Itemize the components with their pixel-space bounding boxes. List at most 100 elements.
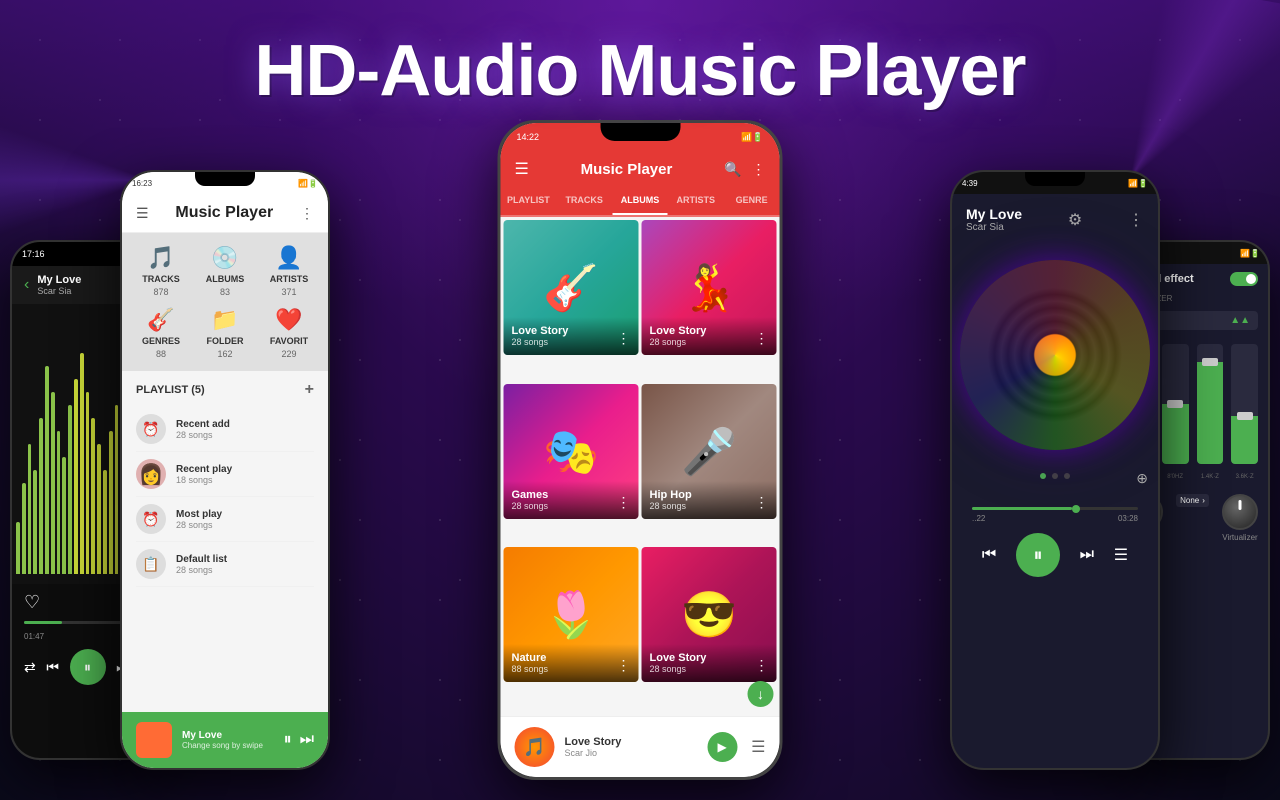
album-card-0[interactable]: 🎸 Love Story 28 songs ⋮ <box>504 220 639 355</box>
genres-num: 88 <box>156 349 166 359</box>
eq-handle-1[interactable] <box>1167 400 1183 408</box>
time-2: 16:23 <box>132 179 152 188</box>
mini-queue-icon[interactable]: ☰ <box>751 737 765 757</box>
prev-icon[interactable]: ⏮ <box>46 659 59 676</box>
prev-icon-4[interactable]: ⏮ <box>982 546 996 564</box>
play-button-4[interactable]: ⏸ <box>1016 533 1060 577</box>
now-playing-bar-2[interactable]: My Love Change song by swipe ⏸ ⏭ <box>122 712 328 768</box>
next-icon-2[interactable]: ⏭ <box>300 731 314 749</box>
dot-2 <box>1064 473 1070 479</box>
heart-icon[interactable]: ♡ <box>24 592 40 612</box>
progress-row-4[interactable] <box>972 507 1138 510</box>
album-card-1[interactable]: 💃 Love Story 28 songs ⋮ <box>642 220 777 355</box>
next-icon-4[interactable]: ⏭ <box>1080 546 1094 564</box>
album-card-2[interactable]: 🎭 Games 28 songs ⋮ <box>504 384 639 519</box>
player-controls-4: ..22 03:28 ⏮ ⏸ ⏭ ☰ <box>952 487 1158 587</box>
tab-artists[interactable]: ARTISTS <box>668 187 724 215</box>
album-name-1: Love Story <box>650 325 769 337</box>
album-more-3[interactable]: ⋮ <box>755 494 769 511</box>
stat-favorites[interactable]: ❤️ FAVORIT 229 <box>262 307 316 359</box>
scroll-fab[interactable]: ↓ <box>748 681 774 707</box>
virtualizer-label: Virtualizer <box>1222 533 1257 542</box>
playlist-item-1[interactable]: 👩 Recent play 18 songs <box>136 452 314 497</box>
tab-albums[interactable]: ALBUMS <box>612 187 668 215</box>
song-info-4: My Love Scar Sia <box>966 206 1022 233</box>
eq-toggle[interactable] <box>1230 272 1258 286</box>
album-more-4[interactable]: ⋮ <box>617 657 631 674</box>
playlist-thumb-0: ⏰ <box>136 414 166 444</box>
stat-folder[interactable]: 📁 FOLDER 162 <box>198 307 252 359</box>
eq-settings-icon[interactable]: ⚙ <box>1068 210 1082 230</box>
tracks-num: 878 <box>153 287 168 297</box>
hamburger-icon[interactable]: ☰ <box>515 159 529 179</box>
more-options-icon[interactable]: ⋮ <box>752 161 766 178</box>
playlist-item-0[interactable]: ⏰ Recent add 28 songs <box>136 407 314 452</box>
stat-albums[interactable]: 💿 ALBUMS 83 <box>198 245 252 297</box>
album-more-2[interactable]: ⋮ <box>617 494 631 511</box>
pause-icon-2[interactable]: ⏸ <box>284 731 292 749</box>
mini-artist-3: Scar Jio <box>565 748 622 758</box>
play-button-1[interactable]: ⏸ <box>70 649 106 685</box>
playlist-item-3[interactable]: 📋 Default list 28 songs <box>136 542 314 587</box>
mini-player-3[interactable]: 🎵 Love Story Scar Jio ▶ ☰ <box>501 716 780 777</box>
artists-icon: 👤 <box>275 245 302 271</box>
notch-4 <box>1025 172 1085 186</box>
stat-genres[interactable]: 🎸 GENRES 88 <box>134 307 188 359</box>
eq-track-1[interactable] <box>1162 344 1189 464</box>
eq-handle-3[interactable] <box>1237 412 1253 420</box>
playback-controls-4: ⏮ ⏸ ⏭ ☰ <box>972 533 1138 577</box>
folder-icon: 📁 <box>211 307 238 333</box>
stats-grid: 🎵 TRACKS 878 💿 ALBUMS 83 👤 ARTISTS 371 🎸… <box>122 233 328 371</box>
more-icon-4[interactable]: ⋮ <box>1128 210 1144 230</box>
song-artist-1: Scar Sia <box>37 286 81 296</box>
album-card-5[interactable]: 😎 Love Story 28 songs ⋮ <box>642 547 777 682</box>
mini-title-3: Love Story <box>565 736 622 748</box>
now-controls-2: ⏸ ⏭ <box>284 731 314 749</box>
stat-tracks[interactable]: 🎵 TRACKS 878 <box>134 245 188 297</box>
genres-label: GENRES <box>142 336 180 346</box>
playlist-thumb-2: ⏰ <box>136 504 166 534</box>
more-icon[interactable]: ⋮ <box>300 205 314 222</box>
album-more-1[interactable]: ⋮ <box>755 330 769 347</box>
eq-track-2[interactable] <box>1197 344 1224 464</box>
album-more-0[interactable]: ⋮ <box>617 330 631 347</box>
album-card-3[interactable]: 🎤 Hip Hop 28 songs ⋮ <box>642 384 777 519</box>
folder-label: FOLDER <box>207 336 244 346</box>
stat-artists[interactable]: 👤 ARTISTS 371 <box>262 245 316 297</box>
notch-2 <box>195 172 255 186</box>
icons-2: 📶🔋 <box>298 179 318 188</box>
album-more-5[interactable]: ⋮ <box>755 657 769 674</box>
menu-icon[interactable]: ☰ <box>136 205 149 222</box>
song-header-4: My Love Scar Sia ⚙ ⋮ <box>952 194 1158 245</box>
virtualizer-knob[interactable] <box>1222 494 1258 530</box>
chevron-right-icon: › <box>1202 496 1205 505</box>
tab-genre[interactable]: GENRE <box>724 187 780 215</box>
queue-icon-4[interactable]: ☰ <box>1114 545 1128 565</box>
eq-handle-2[interactable] <box>1202 358 1218 366</box>
search-icon[interactable]: 🔍 <box>724 161 741 178</box>
genres-icon: 🎸 <box>147 307 174 333</box>
total-time-4: 03:28 <box>1118 514 1138 523</box>
now-thumb-2 <box>136 722 172 758</box>
albums-label: ALBUMS <box>206 274 245 284</box>
album-name-4: Nature <box>512 652 631 664</box>
time-row-4: ..22 03:28 <box>972 514 1138 523</box>
progress-fill-1 <box>24 621 62 624</box>
zoom-icon[interactable]: ⊕ <box>1136 470 1148 487</box>
album-songs-4: 88 songs <box>512 664 631 674</box>
back-icon[interactable]: ‹ <box>24 276 29 294</box>
playlist-item-2[interactable]: ⏰ Most play 28 songs <box>136 497 314 542</box>
none-select[interactable]: None › <box>1176 494 1209 507</box>
shuffle-icon[interactable]: ⇄ <box>24 659 36 676</box>
tracks-label: TRACKS <box>142 274 180 284</box>
add-playlist-button[interactable]: + <box>305 381 314 399</box>
tab-playlist[interactable]: PLAYLIST <box>501 187 557 215</box>
album-name-3: Hip Hop <box>650 489 769 501</box>
song-title-1: My Love <box>37 274 81 286</box>
tab-tracks[interactable]: TRACKS <box>556 187 612 215</box>
progress-dot-4 <box>1072 505 1080 513</box>
eq-track-3[interactable] <box>1231 344 1258 464</box>
mini-play-button[interactable]: ▶ <box>707 732 737 762</box>
playlist-section: PLAYLIST (5) + ⏰ Recent add 28 songs 👩 R <box>122 371 328 597</box>
album-card-4[interactable]: 🌷 Nature 88 songs ⋮ <box>504 547 639 682</box>
